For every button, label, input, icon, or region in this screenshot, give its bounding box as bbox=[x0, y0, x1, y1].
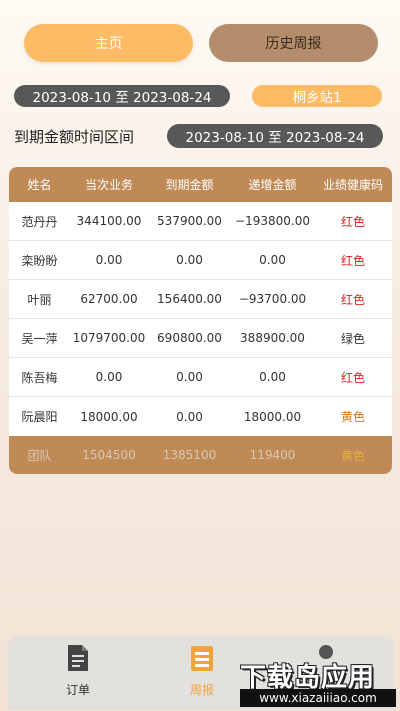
team-current: 1504500 bbox=[82, 448, 136, 462]
header-increase-amount: 递增金额 bbox=[248, 178, 297, 192]
due-period-label: 到期金额时间区间 bbox=[14, 128, 135, 146]
cell-increase-amount: 0.00 bbox=[259, 370, 286, 384]
document-icon bbox=[68, 645, 88, 671]
cell-due-amount: 0.00 bbox=[176, 253, 203, 267]
cell-increase-amount: 388900.00 bbox=[240, 331, 305, 345]
table-row: 叶丽 62700.00 156400.00 −93700.00 红色 bbox=[9, 280, 392, 319]
cell-health-code: 红色 bbox=[340, 292, 365, 307]
cell-increase-amount: −93700.00 bbox=[238, 292, 307, 306]
cell-due-amount: 690800.00 bbox=[157, 331, 222, 345]
cell-current-business: 0.00 bbox=[95, 253, 123, 267]
station-selector[interactable]: 桐乡站1 bbox=[252, 85, 382, 107]
table-row: 吴一萍 1079700.00 690800.00 388900.00 绿色 bbox=[9, 319, 392, 358]
cell-current-business: 344100.00 bbox=[76, 214, 142, 228]
nav-orders-label: 订单 bbox=[65, 683, 90, 697]
header-health-code: 业绩健康码 bbox=[322, 178, 383, 192]
cell-increase-amount: 18000.00 bbox=[243, 409, 302, 424]
cell-health-code: 红色 bbox=[340, 253, 365, 268]
cell-current-business: 0.00 bbox=[95, 370, 123, 384]
table-row: 范丹丹 344100.00 537900.00 −193800.00 红色 bbox=[9, 202, 392, 241]
cell-name: 叶丽 bbox=[27, 292, 52, 307]
cell-health-code: 绿色 bbox=[340, 331, 365, 346]
header-name: 姓名 bbox=[27, 178, 52, 192]
header-current-business: 当次业务 bbox=[84, 178, 133, 192]
cell-name: 陈吾梅 bbox=[21, 370, 58, 385]
cell-due-amount: 156400.00 bbox=[157, 292, 222, 306]
team-total-row: 团队 1504500 1385100 119400 黄色 bbox=[9, 436, 392, 474]
due-period-picker[interactable]: 2023-08-10 至 2023-08-24 bbox=[167, 124, 383, 148]
cell-due-amount: 0.00 bbox=[176, 409, 203, 424]
table-row: 陈吾梅 0.00 0.00 0.00 红色 bbox=[9, 358, 392, 397]
team-health-code: 黄色 bbox=[340, 448, 365, 463]
cell-name: 范丹丹 bbox=[21, 214, 58, 229]
cell-current-business: 1079700.00 bbox=[72, 331, 146, 345]
performance-table: 姓名 当次业务 到期金额 递增金额 业绩健康码 范丹丹 344100.00 5379… bbox=[9, 167, 392, 474]
watermark-url: www.xiazaiiiao.com bbox=[240, 689, 396, 707]
cell-name: 栾盼盼 bbox=[21, 253, 58, 268]
cell-health-code: 红色 bbox=[340, 214, 365, 229]
cell-current-business: 62700.00 bbox=[80, 292, 138, 306]
cell-due-amount: 537900.00 bbox=[157, 214, 222, 228]
cell-current-business: 18000.00 bbox=[80, 409, 138, 424]
report-icon bbox=[191, 646, 213, 671]
header-due-amount: 到期金额 bbox=[165, 178, 214, 192]
tab-history-weekly[interactable]: 历史周报 bbox=[209, 24, 378, 62]
cell-name: 吴一萍 bbox=[21, 331, 58, 346]
cell-health-code: 红色 bbox=[340, 370, 365, 385]
cell-increase-amount: 0.00 bbox=[259, 253, 286, 267]
team-increase: 119400 bbox=[249, 448, 296, 462]
nav-orders[interactable]: 订单 bbox=[13, 636, 143, 710]
due-period-row: 到期金额时间区间 2023-08-10 至 2023-08-24 bbox=[14, 124, 383, 148]
cell-health-code: 黄色 bbox=[340, 410, 365, 424]
team-due: 1385100 bbox=[162, 448, 217, 462]
cell-name: 阮晨阳 bbox=[21, 410, 58, 424]
table-row: 栾盼盼 0.00 0.00 0.00 红色 bbox=[9, 241, 392, 280]
cell-due-amount: 0.00 bbox=[176, 370, 203, 384]
table-body: 范丹丹 344100.00 537900.00 −193800.00 红色 栾盼盼 0.00… bbox=[9, 202, 392, 436]
watermark-logo: 下载岛应用 www.xiazaiiiao.com bbox=[238, 655, 398, 711]
table-row: 阮晨阳 18000.00 0.00 18000.00 黄色 bbox=[9, 397, 392, 436]
date-range-picker[interactable]: 2023-08-10 至 2023-08-24 bbox=[14, 85, 230, 107]
cell-increase-amount: −193800.00 bbox=[235, 214, 310, 228]
tab-home[interactable]: 主页 bbox=[24, 24, 193, 62]
table-header: 姓名 当次业务 到期金额 递增金额 业绩健康码 bbox=[9, 167, 392, 202]
date-filter-row: 2023-08-10 至 2023-08-24 桐乡站1 bbox=[14, 85, 382, 107]
team-name: 团队 bbox=[27, 448, 52, 463]
top-tabs: 主页 历史周报 bbox=[24, 24, 378, 62]
